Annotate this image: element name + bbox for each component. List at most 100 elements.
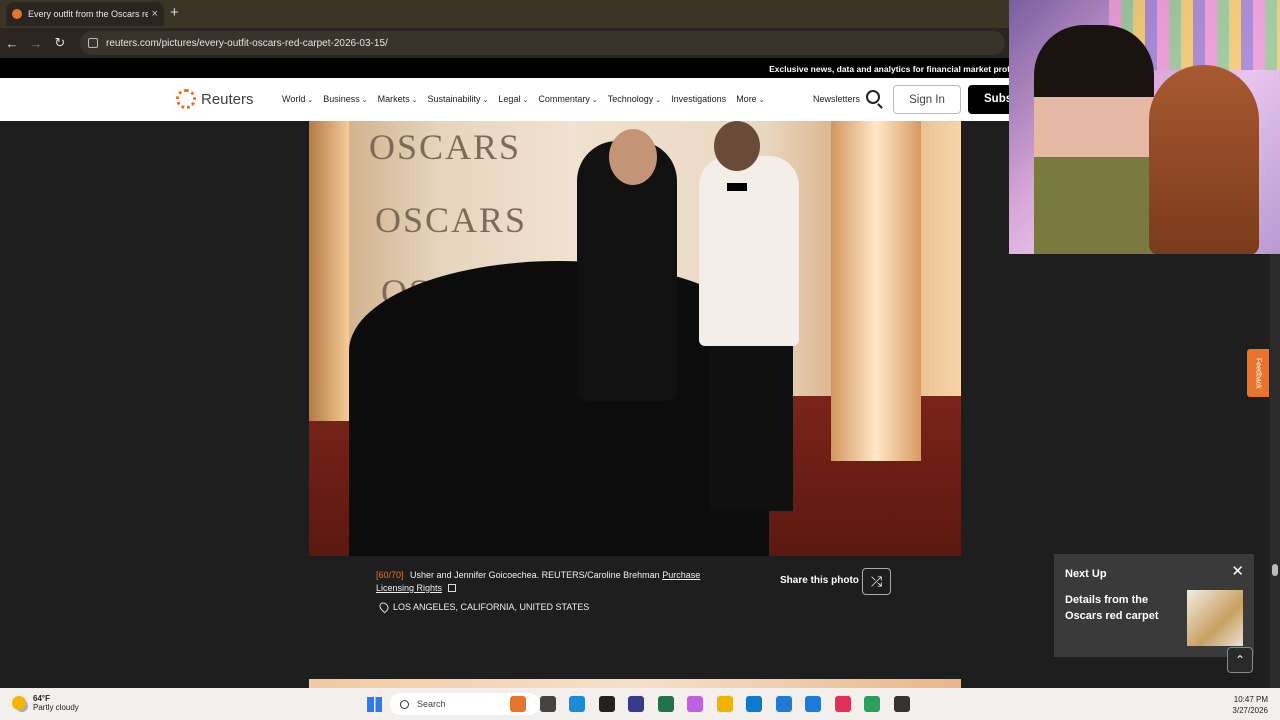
back-to-top-button[interactable]: ⌃: [1227, 647, 1253, 673]
taskbar-app-icon[interactable]: [569, 696, 585, 712]
search-icon[interactable]: [866, 90, 880, 104]
share-icon: ⤮: [870, 573, 883, 589]
clock-time: 10:47 PM: [1233, 695, 1268, 704]
nav-item-world[interactable]: World ⌄: [282, 94, 313, 104]
browser-tab-strip: Every outfit from the Oscars red × +: [0, 0, 1010, 28]
nav-item-investigations[interactable]: Investigations: [671, 94, 726, 104]
chevron-down-icon: ⌄: [482, 97, 489, 104]
next-up-heading: Next Up: [1065, 568, 1107, 580]
photo-caption: [60/70] Usher and Jennifer Goicoechea. R…: [376, 569, 736, 595]
feedback-tab[interactable]: Feedback: [1247, 349, 1269, 397]
tab-title: Every outfit from the Oscars red: [28, 9, 148, 19]
taskbar-app-icon[interactable]: [510, 696, 526, 712]
next-gallery-photo[interactable]: [309, 679, 961, 688]
nav-item-business[interactable]: Business ⌄: [323, 94, 367, 104]
taskbar-app-icon[interactable]: [716, 696, 733, 712]
gallery-photo[interactable]: OSCARS OSCARS OSCARS: [309, 121, 961, 556]
taskbar-app-icon[interactable]: [687, 696, 703, 712]
close-icon[interactable]: ✕: [1231, 562, 1244, 580]
browser-toolbar: ← → ↻ reuters.com/pictures/every-outfit-…: [0, 28, 1010, 58]
browser-tab-active[interactable]: Every outfit from the Oscars red ×: [6, 2, 164, 26]
nav-item-markets[interactable]: Markets ⌄: [378, 94, 418, 104]
nav-label: Investigations: [671, 94, 727, 104]
nav-label: Business: [323, 94, 360, 104]
scrollbar-thumb[interactable]: [1272, 564, 1278, 576]
weather-temp: 64°F: [33, 694, 50, 703]
nav-label: Commentary: [538, 94, 590, 104]
url-text: reuters.com/pictures/every-outfit-oscars…: [106, 37, 388, 49]
next-up-card[interactable]: Next Up ✕ Details from the Oscars red ca…: [1054, 554, 1254, 657]
weather-desc: Partly cloudy: [33, 703, 79, 712]
lit-panel-right: [831, 121, 921, 461]
person-head: [714, 121, 760, 171]
caption-text: Usher and Jennifer Goicoechea. REUTERS/C…: [410, 570, 660, 580]
photo-index: [60/70]: [376, 570, 404, 580]
nav-label: Sustainability: [427, 94, 481, 104]
nav-item-technology[interactable]: Technology ⌄: [608, 94, 661, 104]
address-bar[interactable]: reuters.com/pictures/every-outfit-oscars…: [80, 31, 1005, 55]
chevron-down-icon: ⌄: [361, 97, 368, 104]
webcam-overlay: [1009, 0, 1280, 254]
new-tab-button[interactable]: +: [170, 4, 179, 21]
oscars-wordmark: OSCARS: [375, 200, 528, 240]
taskbar-app-icon[interactable]: [598, 696, 615, 712]
back-arrow-icon[interactable]: ←: [0, 36, 24, 51]
chevron-down-icon: ⌄: [307, 97, 314, 104]
chevron-down-icon: ⌄: [655, 97, 662, 104]
taskbar-search-placeholder: Search: [417, 699, 446, 709]
sign-in-button[interactable]: Sign In: [893, 85, 961, 114]
taskbar-app-icon[interactable]: [864, 696, 880, 712]
chevron-down-icon: ⌄: [411, 97, 418, 104]
bow-tie: [727, 183, 747, 191]
reload-icon[interactable]: ↻: [48, 35, 72, 51]
taskbar-app-icon[interactable]: [657, 696, 674, 712]
lit-panel-left: [309, 121, 349, 421]
next-up-title[interactable]: Details from the Oscars red carpet: [1065, 592, 1175, 624]
main-nav: World ⌄ Business ⌄ Markets ⌄ Sustainability…: [282, 94, 765, 104]
tab-close-icon[interactable]: ×: [152, 8, 158, 20]
chevron-up-icon: ⌃: [1234, 653, 1246, 667]
taskbar-app-icon[interactable]: [746, 696, 762, 712]
reuters-logo-mark-icon: [176, 89, 196, 109]
next-up-thumbnail[interactable]: [1187, 590, 1243, 646]
newsletters-link[interactable]: Newsletters: [813, 94, 860, 104]
site-header: Reuters World ⌄ Business ⌄ Markets ⌄ Sustai…: [0, 78, 1028, 121]
search-icon: [400, 699, 409, 709]
windows-start-icon[interactable]: [367, 697, 382, 712]
reuters-logo[interactable]: Reuters: [176, 89, 254, 109]
taskbar-app-icon[interactable]: [834, 696, 851, 712]
taskbar-app-icon[interactable]: [893, 696, 910, 712]
streamer: [1034, 25, 1154, 254]
weather-widget[interactable]: 64°F Partly cloudy: [12, 694, 79, 712]
black-trousers: [709, 341, 793, 511]
external-link-icon: [447, 584, 456, 592]
taskbar-app-icon[interactable]: [775, 696, 792, 712]
site-settings-icon[interactable]: [88, 38, 98, 48]
nav-item-more[interactable]: More ⌄: [736, 94, 764, 104]
taskbar-app-icon[interactable]: [628, 696, 644, 712]
reuters-favicon-icon: [12, 9, 22, 19]
system-clock[interactable]: 10:47 PM 3/27/2026: [1232, 694, 1268, 716]
oscars-wordmark: OSCARS: [369, 127, 522, 167]
photo-location: LOS ANGELES, CALIFORNIA, UNITED STATES: [377, 600, 590, 614]
taskbar-app-icon[interactable]: [805, 696, 821, 712]
chevron-down-icon: ⌄: [522, 97, 529, 104]
nav-item-legal[interactable]: Legal ⌄: [498, 94, 528, 104]
share-label: Share this photo: [780, 575, 859, 586]
forward-arrow-icon[interactable]: →: [24, 36, 48, 51]
person-head: [609, 129, 657, 185]
location-pin-icon: [377, 600, 391, 614]
location-text: LOS ANGELES, CALIFORNIA, UNITED STATES: [393, 602, 590, 612]
nav-label: Technology: [607, 94, 654, 104]
partly-cloudy-icon: [12, 696, 26, 710]
promo-text: Exclusive news, data and analytics for f…: [769, 64, 1010, 74]
taskbar-app-icon[interactable]: [539, 696, 556, 712]
promo-banner[interactable]: Exclusive news, data and analytics for f…: [0, 58, 1010, 78]
nav-label: Legal: [498, 94, 521, 104]
nav-label: Markets: [377, 94, 410, 104]
nav-item-sustainability[interactable]: Sustainability ⌄: [428, 94, 489, 104]
logo-text: Reuters: [201, 90, 254, 108]
nav-item-commentary[interactable]: Commentary ⌄: [538, 94, 597, 104]
nav-label: World: [282, 94, 306, 104]
share-button[interactable]: ⤮: [862, 568, 891, 595]
